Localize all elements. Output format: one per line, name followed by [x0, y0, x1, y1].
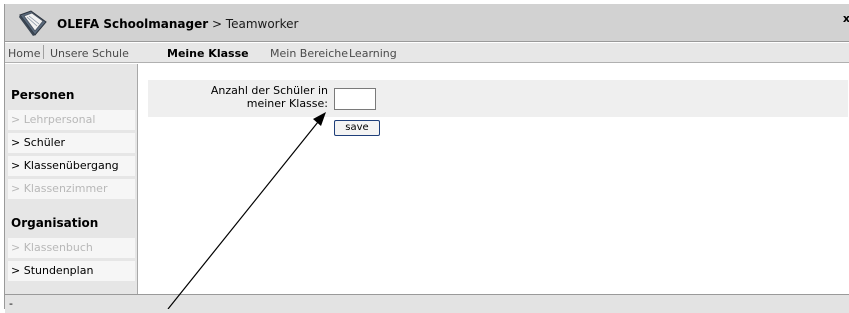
class-size-label: Anzahl der Schüler in meiner Klasse: [148, 84, 328, 110]
book-logo-icon [19, 10, 47, 36]
app-brand: OLEFA Schoolmanager [57, 17, 209, 31]
window-title: OLEFA Schoolmanager > Teamworker [57, 17, 298, 31]
top-navigation: Home Unsere Schule Meine Klasse Mein Ber… [5, 43, 849, 63]
sidebar-heading-personen: Personen [11, 88, 75, 102]
class-size-input[interactable] [334, 88, 376, 110]
status-text: - [9, 297, 13, 310]
nav-item-unsere-schule[interactable]: Unsere Schule [50, 47, 129, 60]
sidebar-item-lehrpersonal: > Lehrpersonal [8, 110, 135, 130]
class-size-label-line1: Anzahl der Schüler in [210, 84, 328, 97]
sidebar: Personen > Lehrpersonal > Schüler > Klas… [5, 64, 138, 294]
save-button[interactable]: save [334, 120, 380, 136]
sidebar-item-stundenplan[interactable]: > Stundenplan [8, 261, 135, 281]
close-icon[interactable]: x [843, 12, 849, 25]
class-size-row: Anzahl der Schüler in meiner Klasse: [148, 80, 848, 117]
title-bar: OLEFA Schoolmanager > Teamworker x [5, 4, 849, 42]
nav-item-mein-bereiche[interactable]: Mein Bereiche [270, 47, 348, 60]
sidebar-item-klassenuebergang[interactable]: > Klassenübergang [8, 156, 135, 176]
status-bar: - [5, 294, 849, 313]
sidebar-item-klassenzimmer: > Klassenzimmer [8, 179, 135, 199]
class-size-label-line2: meiner Klasse: [246, 97, 328, 110]
breadcrumb: > Teamworker [208, 17, 299, 31]
nav-separator [43, 45, 44, 59]
nav-item-home[interactable]: Home [8, 47, 40, 60]
app-window: OLEFA Schoolmanager > Teamworker x Home … [4, 4, 849, 313]
sidebar-heading-organisation: Organisation [11, 216, 99, 230]
sidebar-item-klassenbuch: > Klassenbuch [8, 238, 135, 258]
sidebar-item-schueler[interactable]: > Schüler [8, 133, 135, 153]
nav-item-meine-klasse[interactable]: Meine Klasse [167, 47, 249, 60]
nav-item-learning[interactable]: Learning [349, 47, 397, 60]
